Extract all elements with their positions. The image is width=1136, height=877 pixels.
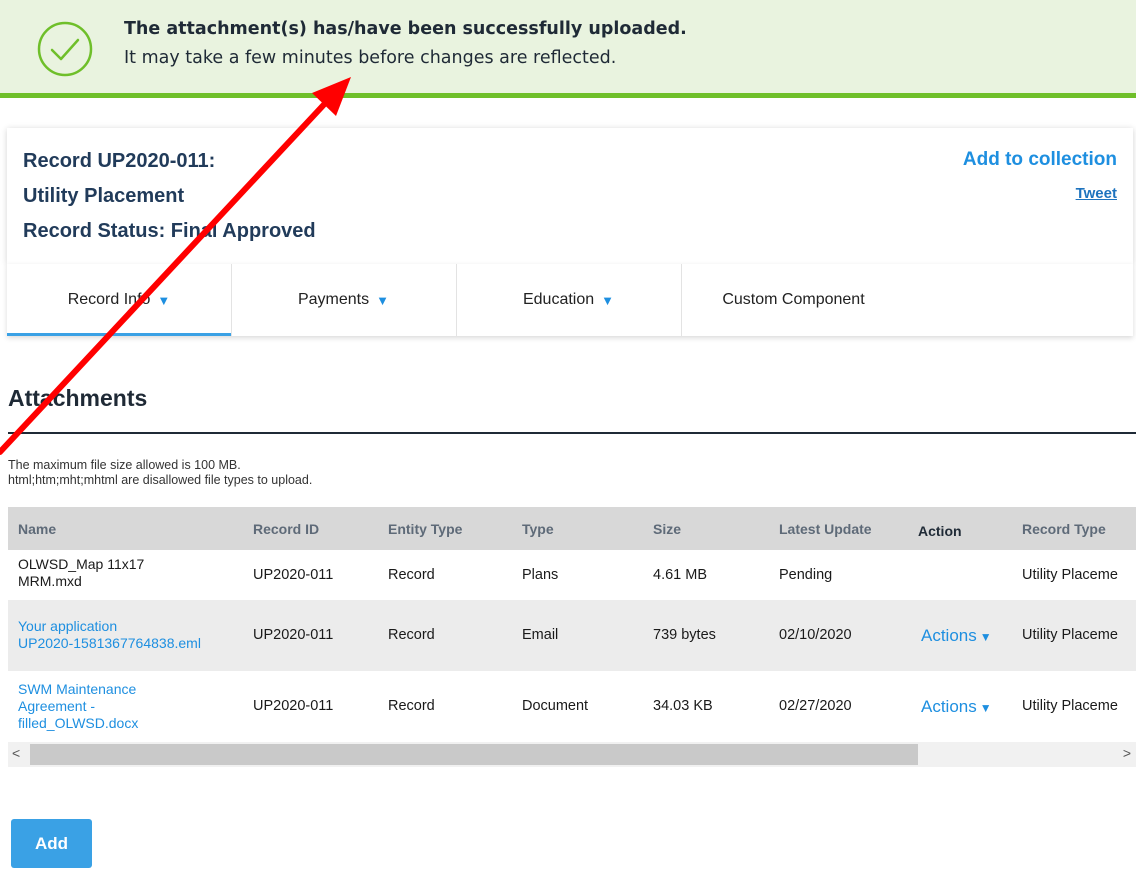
size-cell: 34.03 KB [653,698,713,714]
scrollbar-thumb[interactable] [30,744,918,765]
tab-label: Education [522,291,595,308]
record-id-cell: UP2020-011 [253,698,334,714]
record-header: Record UP2020-011: Utility Placement Rec… [7,128,1133,264]
entity-type-cell: Record [388,567,435,583]
file-size-note: The maximum file size allowed is 100 MB. [8,458,241,472]
file-name-line: filled_OLWSD.docx [18,715,139,731]
actions-dropdown[interactable]: Actions ▼ [921,697,992,717]
file-type-note: html;htm;mht;mhtml are disallowed file t… [8,473,313,487]
chevron-right-icon[interactable]: > [1123,745,1131,761]
file-name-line: Agreement - [18,698,96,714]
caret-down-icon: ▼ [601,292,615,308]
record-status: Record Status: Final Approved [23,220,316,242]
chevron-left-icon[interactable]: < [12,745,20,761]
column-header-name[interactable]: Name [18,521,56,537]
divider [8,432,1136,434]
record-type-cell: Utility Placeme [1022,627,1118,643]
caret-down-icon: ▼ [979,630,992,644]
file-name: OLWSD_Map 11x17 MRM.mxd [18,556,144,590]
column-header-type[interactable]: Type [522,521,554,537]
record-type-cell: Utility Placeme [1022,567,1118,583]
tab-label: Record Info [67,291,151,308]
column-header-action: Action [918,523,962,539]
tab-label: Custom Component [722,291,865,308]
entity-type-cell: Record [388,627,435,643]
column-header-record-id[interactable]: Record ID [253,521,319,537]
actions-dropdown[interactable]: Actions ▼ [921,626,992,646]
actions-label: Actions [921,626,977,645]
record-type: Utility Placement [23,185,185,207]
latest-update-cell: 02/10/2020 [779,627,852,643]
success-banner: The attachment(s) has/have been successf… [0,0,1136,98]
add-attachment-button[interactable]: Add [11,819,92,868]
tab-custom-component[interactable]: Custom Component [681,264,906,336]
file-name-line: UP2020-1581367764838.eml [18,635,201,651]
add-to-collection-link[interactable]: Add to collection [963,149,1117,171]
type-cell: Document [522,698,589,714]
latest-update-cell: Pending [779,567,833,583]
caret-down-icon: ▼ [376,292,389,308]
file-name-line: SWM Maintenance [18,681,137,697]
record-tabs: Record Info ▼ Payments ▼ Education ▼ Cus… [7,264,1133,336]
table-horizontal-scrollbar[interactable]: < > [8,742,1136,767]
tab-education[interactable]: Education ▼ [456,264,682,336]
file-name-link[interactable]: SWM Maintenance Agreement - filled_OLWSD… [18,681,138,732]
column-header-entity-type[interactable]: Entity Type [388,521,462,537]
record-id-cell: UP2020-011 [253,567,334,583]
file-name-line: Your application [18,618,118,634]
banner-subtitle: It may take a few minutes before changes… [124,48,617,68]
tab-record-info[interactable]: Record Info ▼ [7,264,232,336]
caret-down-icon: ▼ [979,701,992,715]
check-circle-icon [37,21,93,77]
tweet-link[interactable]: Tweet [1076,185,1117,202]
column-header-size[interactable]: Size [653,521,681,537]
caret-down-icon: ▼ [157,292,171,308]
type-cell: Plans [522,567,559,583]
banner-title: The attachment(s) has/have been successf… [124,19,687,39]
size-cell: 739 bytes [653,627,716,643]
type-cell: Email [522,627,559,643]
file-name-line: MRM.mxd [18,573,82,589]
file-name-line: OLWSD_Map 11x17 [18,556,145,572]
attachments-heading: Attachments [8,385,148,411]
table-row: OLWSD_Map 11x17 MRM.mxd UP2020-011 Recor… [8,550,1136,600]
table-header: Name Record ID Entity Type Type Size Lat… [8,507,1136,550]
actions-label: Actions [921,697,977,716]
record-id-cell: UP2020-011 [253,627,334,643]
size-cell: 4.61 MB [653,567,707,583]
table-row: Your application UP2020-1581367764838.em… [8,600,1136,671]
tab-payments[interactable]: Payments ▼ [231,264,457,336]
file-name-link[interactable]: Your application UP2020-1581367764838.em… [18,618,201,652]
record-id: Record UP2020-011: [23,150,216,172]
tab-label: Payments [297,291,370,308]
record-type-cell: Utility Placeme [1022,698,1118,714]
latest-update-cell: 02/27/2020 [779,698,852,714]
entity-type-cell: Record [388,698,435,714]
table-row: SWM Maintenance Agreement - filled_OLWSD… [8,671,1136,742]
column-header-record-type[interactable]: Record Type [1022,521,1106,537]
column-header-latest-update[interactable]: Latest Update [779,521,872,537]
